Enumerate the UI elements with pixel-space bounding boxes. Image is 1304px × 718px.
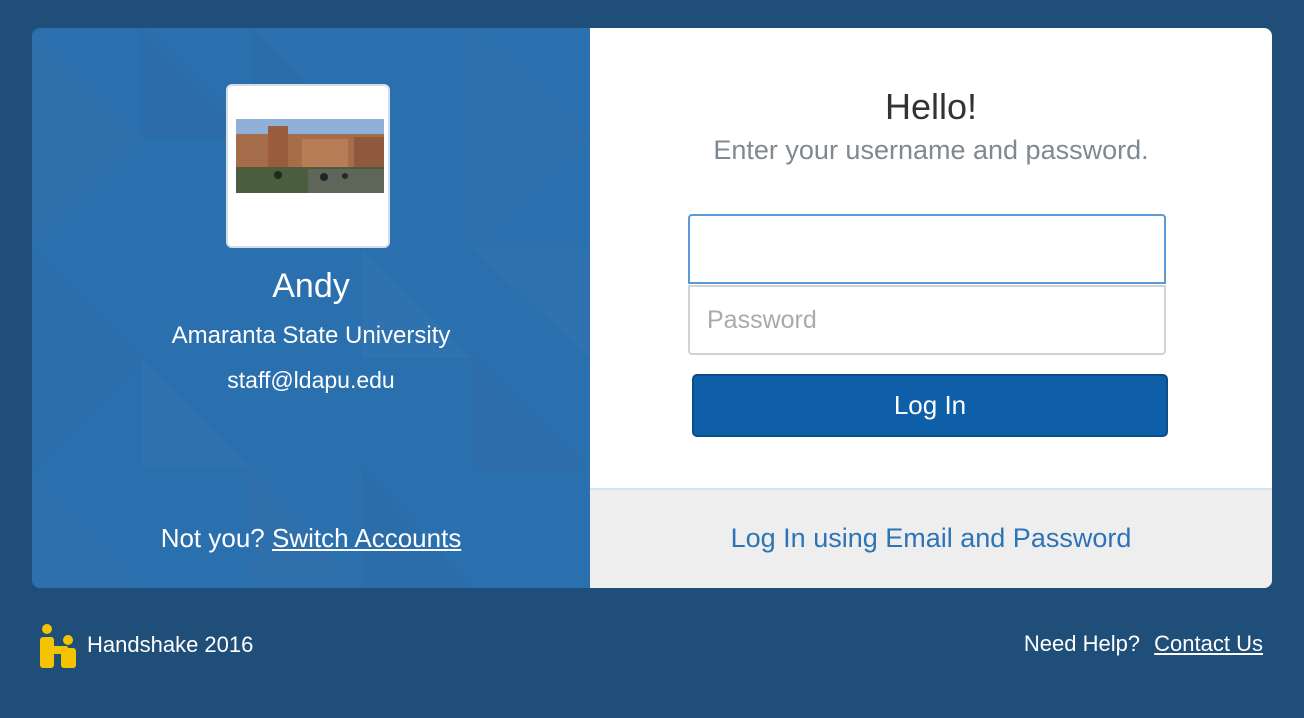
handshake-logo-icon [40,624,76,668]
switch-account-row: Not you? Switch Accounts [32,522,590,554]
login-button[interactable]: Log In [692,374,1168,437]
contact-us-link[interactable]: Contact Us [1154,631,1263,656]
need-help-label: Need Help? [1023,631,1141,656]
profile-panel: Andy Amaranta State University staff@lda… [32,28,590,588]
not-you-label: Not you? [160,523,265,553]
campus-photo-icon [236,119,384,193]
login-card: Andy Amaranta State University staff@lda… [32,28,1272,588]
footer-brand-area: Handshake 2016 [38,622,253,668]
username-field[interactable] [688,214,1166,284]
user-name: Andy [272,267,350,305]
user-email: staff@ldapu.edu [227,367,395,393]
footer-help: Need Help? Contact Us [1024,630,1263,658]
login-form-panel: Hello! Enter your username and password.… [590,28,1272,588]
alternate-login-section: Log In using Email and Password [590,488,1272,588]
profile-image-frame [226,84,390,248]
switch-accounts-link[interactable]: Switch Accounts [272,523,461,553]
greeting-title: Hello! [884,86,978,127]
password-field[interactable] [688,285,1166,355]
email-password-login-link[interactable]: Log In using Email and Password [590,522,1272,554]
footer-brand-text: Handshake 2016 [87,632,254,657]
login-subtitle: Enter your username and password. [713,135,1149,165]
university-name: Amaranta State University [171,322,451,349]
